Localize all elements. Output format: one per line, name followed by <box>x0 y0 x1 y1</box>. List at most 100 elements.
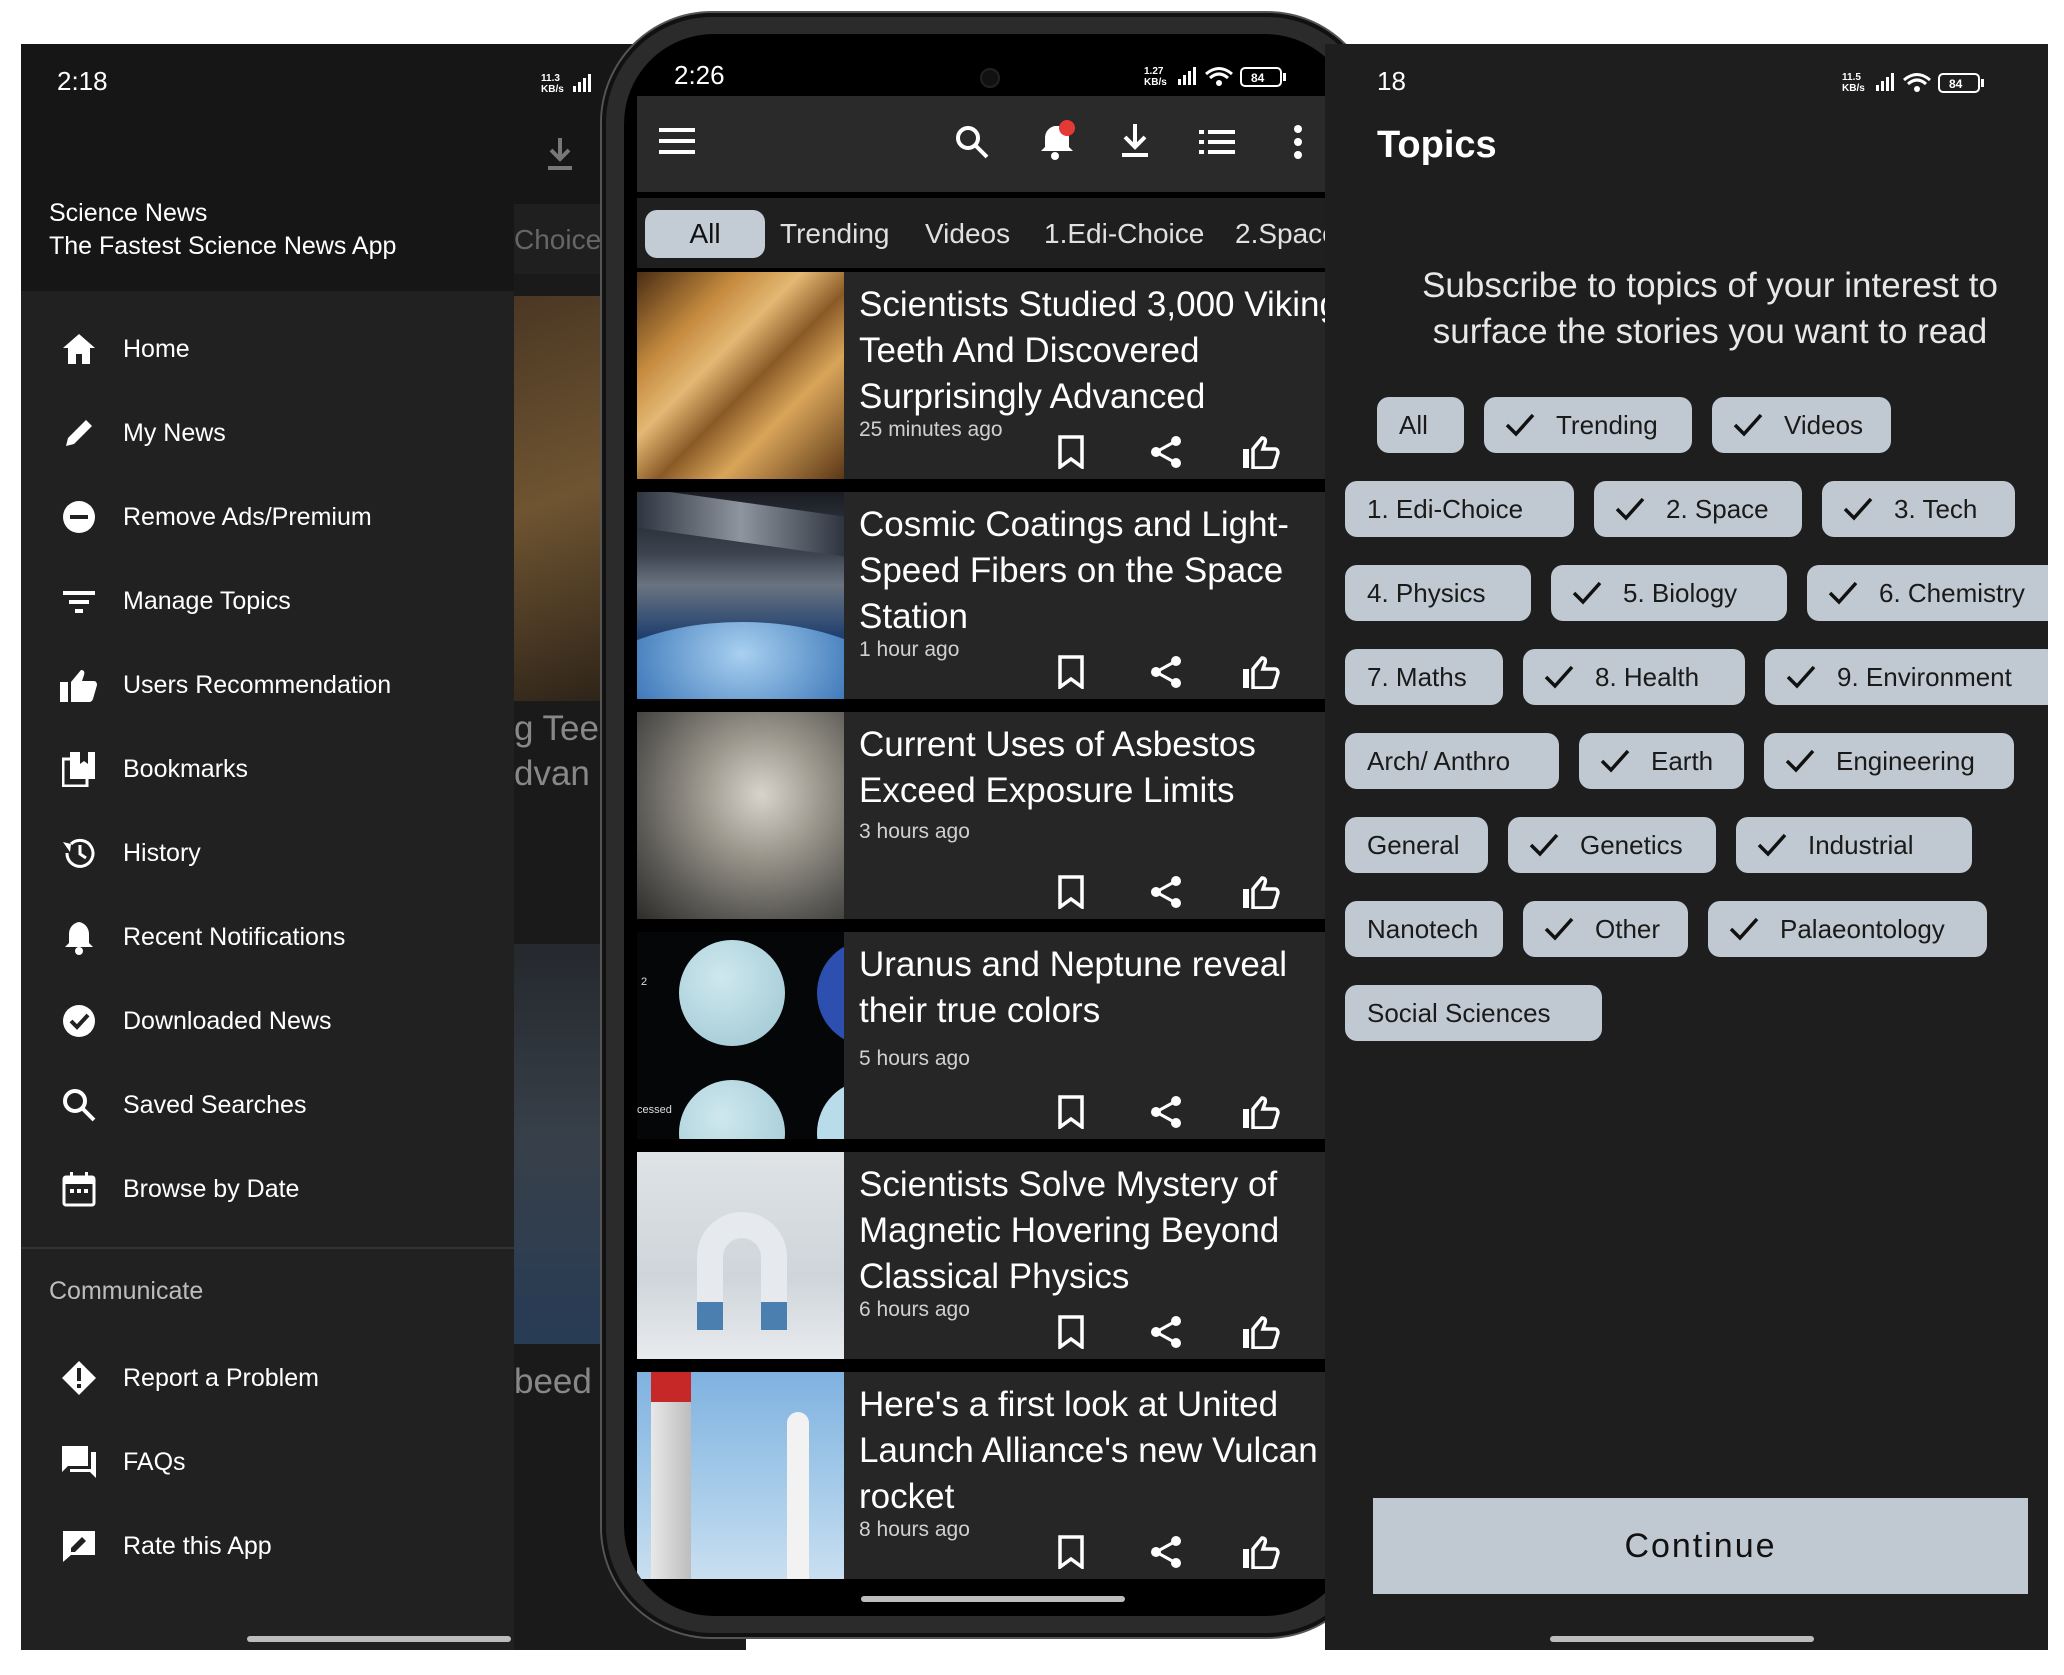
tab-space[interactable]: 2.Space <box>1235 210 1338 258</box>
topic-chip[interactable]: 9. Environment <box>1765 649 2048 705</box>
drawer-item-label: Saved Searches <box>123 1090 307 1119</box>
topic-chip[interactable]: 8. Health <box>1523 649 1745 705</box>
tab-edi-choice[interactable]: 1.Edi-Choice <box>1044 210 1204 258</box>
status-network-left: 11.3 KB/s <box>541 72 597 99</box>
thumb-up-icon[interactable] <box>1241 432 1281 472</box>
article-thumbnail <box>637 492 844 699</box>
thumb-up-icon[interactable] <box>1241 1532 1281 1572</box>
topic-chip[interactable]: 4. Physics <box>1345 565 1531 621</box>
topic-chip-label: Engineering <box>1836 745 1975 776</box>
article-card[interactable]: Scientists Studied 3,000 Viking Teeth An… <box>637 272 1343 479</box>
app-tagline: The Fastest Science News App <box>49 232 397 260</box>
bookmark-icon[interactable] <box>1051 432 1091 472</box>
topic-chip[interactable]: Trending <box>1484 397 1692 453</box>
status-indicators: 1.27 KB/s 84 <box>1144 64 1304 95</box>
menu-icon[interactable] <box>659 126 695 161</box>
drawer-item-my-news[interactable]: My News <box>21 391 514 475</box>
share-icon[interactable] <box>1146 872 1186 912</box>
check-icon <box>1526 827 1562 863</box>
topic-chip[interactable]: 5. Biology <box>1551 565 1787 621</box>
topic-chip[interactable]: 1. Edi-Choice <box>1345 481 1574 537</box>
article-card[interactable]: Scientists Solve Mystery of Magnetic Hov… <box>637 1152 1343 1359</box>
svg-text:1.27: 1.27 <box>1144 66 1164 77</box>
gesture-bar[interactable] <box>861 1596 1125 1602</box>
drawer-item-report-a-problem[interactable]: Report a Problem <box>21 1336 514 1420</box>
thumb-up-icon[interactable] <box>1241 872 1281 912</box>
tab-videos[interactable]: Videos <box>925 210 1010 258</box>
drawer-item-label: Report a Problem <box>123 1363 319 1392</box>
calendar-icon <box>59 1169 99 1209</box>
drawer-item-saved-searches[interactable]: Saved Searches <box>21 1063 514 1147</box>
topic-chip[interactable]: Engineering <box>1764 733 2014 789</box>
topic-chip-label: Genetics <box>1580 829 1683 860</box>
search-icon[interactable] <box>954 124 990 165</box>
search-icon <box>59 1085 99 1125</box>
topic-chip[interactable]: General <box>1345 817 1488 873</box>
topic-chip[interactable]: Genetics <box>1508 817 1716 873</box>
topic-chip-label: 9. Environment <box>1837 661 2012 692</box>
topic-chip[interactable]: Other <box>1523 901 1688 957</box>
share-icon[interactable] <box>1146 1092 1186 1132</box>
topic-chip-label: Palaeontology <box>1780 913 1945 944</box>
drawer-item-faqs[interactable]: FAQs <box>21 1420 514 1504</box>
drawer-item-home[interactable]: Home <box>21 307 514 391</box>
tab-trending[interactable]: Trending <box>780 210 889 258</box>
drawer-item-recent-notifications[interactable]: Recent Notifications <box>21 895 514 979</box>
continue-button[interactable]: Continue <box>1373 1498 2028 1594</box>
drawer-item-downloaded-news[interactable]: Downloaded News <box>21 979 514 1063</box>
drawer-item-manage-topics[interactable]: Manage Topics <box>21 559 514 643</box>
drawer-item-users-recommendation[interactable]: Users Recommendation <box>21 643 514 727</box>
topic-chip[interactable]: 6. Chemistry <box>1807 565 2048 621</box>
topic-chip[interactable]: Palaeontology <box>1708 901 1987 957</box>
status-time: 18 <box>1377 66 1406 96</box>
bookmark-icon[interactable] <box>1051 1312 1091 1352</box>
article-card[interactable]: Here's a first look at United Launch All… <box>637 1372 1343 1579</box>
thumb-up-icon[interactable] <box>1241 1092 1281 1132</box>
topic-chip-label: 6. Chemistry <box>1879 577 2025 608</box>
share-icon[interactable] <box>1146 1312 1186 1352</box>
topic-chip-label: Videos <box>1784 409 1864 440</box>
drawer-item-remove-ads-premium[interactable]: Remove Ads/Premium <box>21 475 514 559</box>
svg-text:11.5: 11.5 <box>1842 72 1861 83</box>
gesture-bar[interactable] <box>1550 1636 1814 1642</box>
drawer-item-history[interactable]: History <box>21 811 514 895</box>
thumb-up-icon[interactable] <box>1241 652 1281 692</box>
topic-chip[interactable]: Videos <box>1712 397 1891 453</box>
topic-chip[interactable]: 3. Tech <box>1822 481 2015 537</box>
bookmark-icon[interactable] <box>1051 872 1091 912</box>
drawer-item-browse-by-date[interactable]: Browse by Date <box>21 1147 514 1231</box>
share-icon[interactable] <box>1146 1532 1186 1572</box>
more-vert-icon[interactable] <box>1292 124 1304 165</box>
thumb-up-icon <box>59 665 99 705</box>
gesture-bar[interactable] <box>247 1636 511 1642</box>
list-icon[interactable] <box>1199 128 1235 161</box>
pencil-icon <box>59 413 99 453</box>
thumb-label-2: 2 <box>641 976 648 988</box>
topic-chip[interactable]: Nanotech <box>1345 901 1503 957</box>
tabs-row: All Trending Videos 1.Edi-Choice 2.Space <box>637 198 1343 268</box>
topic-chip[interactable]: Arch/ Anthro <box>1345 733 1559 789</box>
bookmark-icon[interactable] <box>1051 1092 1091 1132</box>
bell-icon[interactable] <box>1037 120 1077 165</box>
article-card[interactable]: Cosmic Coatings and Light-Speed Fibers o… <box>637 492 1343 699</box>
tab-all[interactable]: All <box>645 210 765 258</box>
topic-chip[interactable]: All <box>1377 397 1464 453</box>
check-icon <box>1502 407 1538 443</box>
share-icon[interactable] <box>1146 652 1186 692</box>
topic-chip[interactable]: 7. Maths <box>1345 649 1503 705</box>
front-camera <box>980 68 1000 88</box>
article-card[interactable]: 2 cessed Uranus and Neptune reveal their… <box>637 932 1343 1139</box>
bookmark-icon[interactable] <box>1051 652 1091 692</box>
topic-chip[interactable]: Social Sciences <box>1345 985 1602 1041</box>
thumb-up-icon[interactable] <box>1241 1312 1281 1352</box>
article-card[interactable]: Current Uses of Asbestos Exceed Exposure… <box>637 712 1343 919</box>
topic-chip[interactable]: Earth <box>1579 733 1744 789</box>
drawer-item-bookmarks[interactable]: Bookmarks <box>21 727 514 811</box>
home-icon <box>59 329 99 369</box>
bookmark-icon[interactable] <box>1051 1532 1091 1572</box>
share-icon[interactable] <box>1146 432 1186 472</box>
download-icon[interactable] <box>1119 122 1151 165</box>
topic-chip[interactable]: 2. Space <box>1594 481 1802 537</box>
drawer-item-rate-this-app[interactable]: Rate this App <box>21 1504 514 1588</box>
topic-chip[interactable]: Industrial <box>1736 817 1972 873</box>
